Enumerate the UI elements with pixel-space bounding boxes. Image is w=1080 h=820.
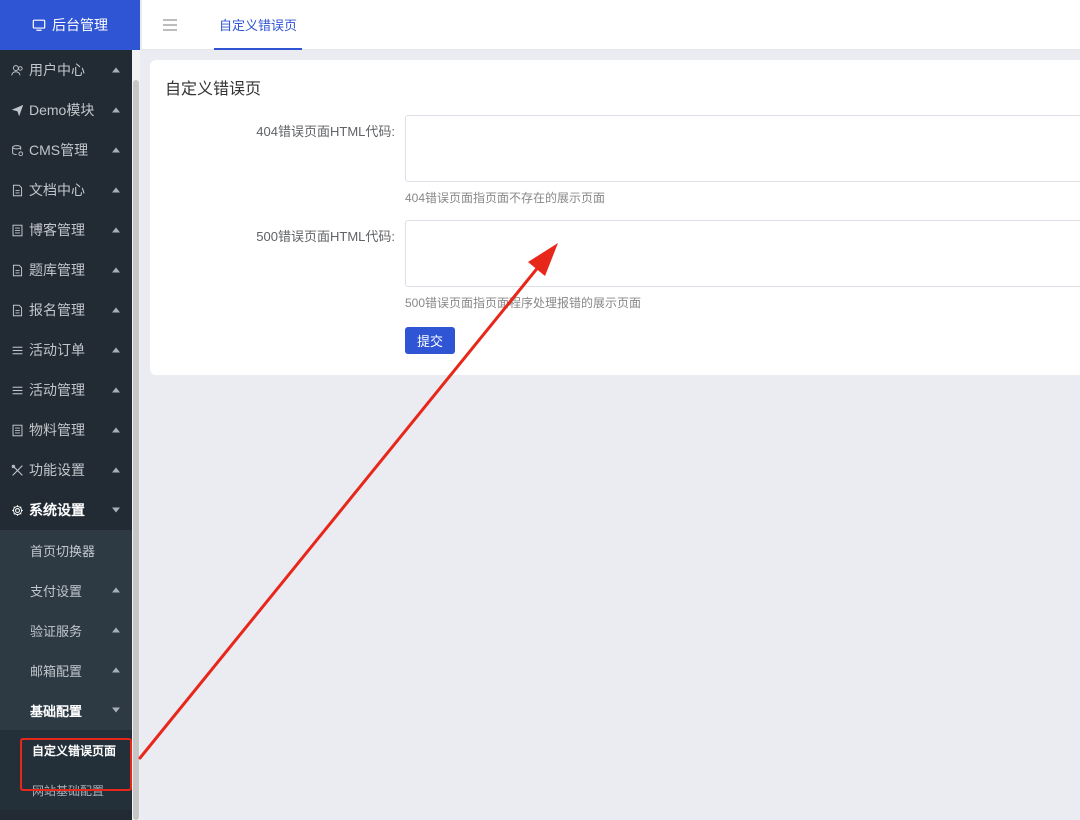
list-doc-icon (10, 223, 24, 237)
gear-icon (10, 503, 24, 517)
brand-title: 后台管理 (52, 17, 108, 33)
card-title: 自定义错误页 (165, 81, 262, 98)
caret-down-icon (112, 507, 120, 513)
brand-header[interactable]: 后台管理 (0, 0, 140, 50)
submenu-item-label: 支付设置 (30, 583, 83, 599)
send-icon (10, 103, 24, 117)
submenu-item-label: 验证服务 (30, 623, 83, 639)
sidebar-item-label: Demo模块 (29, 102, 95, 118)
field-500-hint: 500错误页面指页面程序处理报错的展示页面 (405, 296, 642, 310)
submenu-item[interactable]: 支付设置 (0, 570, 132, 610)
submenu-item-label: 首页切换器 (30, 543, 96, 559)
field-500-html-textarea[interactable] (405, 220, 1080, 287)
sidebar-item-label: 报名管理 (29, 302, 85, 318)
submenu-item-label: 基础配置 (30, 703, 83, 719)
field-500-label: 500错误页面HTML代码: (256, 229, 395, 244)
sidebar-item[interactable]: 博客管理 (0, 210, 132, 250)
database-icon (10, 143, 24, 157)
sidebar-item-label: 功能设置 (29, 462, 85, 478)
users-icon (10, 63, 24, 77)
document-icon (10, 183, 24, 197)
sidebar-menu: 用户中心 Demo模块 CMS管理文档中心博客管理题库管理报名管理活动订单活动管理物… (0, 50, 132, 810)
caret-up-icon (112, 467, 120, 473)
submenu-item[interactable]: 首页切换器 (0, 530, 132, 570)
field-404-label: 404错误页面HTML代码: (256, 124, 395, 139)
caret-up-icon (112, 627, 120, 633)
sidebar-item[interactable]: CMS管理 (0, 130, 132, 170)
sidebar-item[interactable]: 系统设置 (0, 490, 132, 530)
sidebar-item[interactable]: 活动订单 (0, 330, 132, 370)
sidebar-item[interactable]: 功能设置 (0, 450, 132, 490)
caret-up-icon (112, 147, 120, 153)
sidebar-item-label: 系统设置 (29, 502, 85, 518)
caret-up-icon (112, 67, 120, 73)
sidebar-item-label: 用户中心 (29, 62, 85, 78)
tools-icon (10, 463, 24, 477)
list-doc-icon (10, 423, 24, 437)
sidebar-item[interactable]: 用户中心 (0, 50, 132, 90)
caret-up-icon (112, 347, 120, 353)
sidebar-item-label: 活动管理 (29, 382, 85, 398)
caret-up-icon (112, 267, 120, 273)
sidebar-item-label: 物料管理 (29, 422, 85, 438)
sidebar-item-label: CMS管理 (29, 142, 89, 158)
tab-custom-error-page[interactable]: 自定义错误页 (214, 0, 303, 50)
sidebar-item-label: 文档中心 (29, 182, 85, 198)
caret-up-icon (112, 427, 120, 433)
hamburger-menu-icon[interactable] (162, 18, 178, 32)
caret-up-icon (112, 107, 120, 113)
caret-up-icon (112, 307, 120, 313)
submit-button[interactable]: 提交 (405, 327, 455, 354)
sidebar-item[interactable]: 报名管理 (0, 290, 132, 330)
sidebar-item[interactable]: 文档中心 (0, 170, 132, 210)
caret-up-icon (112, 667, 120, 673)
sidebar-item-label: 题库管理 (29, 262, 85, 278)
caret-down-icon (112, 707, 120, 713)
field-404-hint: 404错误页面指页面不存在的展示页面 (405, 191, 606, 205)
lines-icon (10, 383, 24, 397)
document-icon (10, 303, 24, 317)
sidebar-scrollbar[interactable] (133, 80, 139, 820)
submenu-item[interactable]: 验证服务 (0, 610, 132, 650)
caret-up-icon (112, 227, 120, 233)
sidebar-item-label: 活动订单 (29, 342, 85, 358)
sidebar-item[interactable]: 题库管理 (0, 250, 132, 290)
sidebar-item[interactable]: 物料管理 (0, 410, 132, 450)
caret-up-icon (112, 587, 120, 593)
sidebar-item-label: 博客管理 (29, 222, 85, 238)
document-icon (10, 263, 24, 277)
top-bar: 自定义错误页 (142, 0, 1080, 50)
submenu-item[interactable]: 邮箱配置 (0, 650, 132, 690)
annotation-highlight-box (20, 738, 132, 791)
caret-up-icon (112, 387, 120, 393)
caret-up-icon (112, 187, 120, 193)
submenu-item-basic-config[interactable]: 基础配置 (0, 690, 132, 730)
sidebar-item[interactable]: Demo模块 (0, 90, 132, 130)
sidebar: 后台管理 用户中心 Demo模块 CMS管理文档中心博客管理题库管理报名管理活动订单… (0, 0, 140, 820)
field-404-html-textarea[interactable] (405, 115, 1080, 182)
submenu-item-label: 邮箱配置 (30, 663, 83, 679)
monitor-icon (32, 19, 46, 31)
lines-icon (10, 343, 24, 357)
sidebar-item[interactable]: 活动管理 (0, 370, 132, 410)
error-page-form-card: 自定义错误页 404错误页面HTML代码: 404错误页面指页面不存在的展示页面… (150, 60, 1080, 375)
